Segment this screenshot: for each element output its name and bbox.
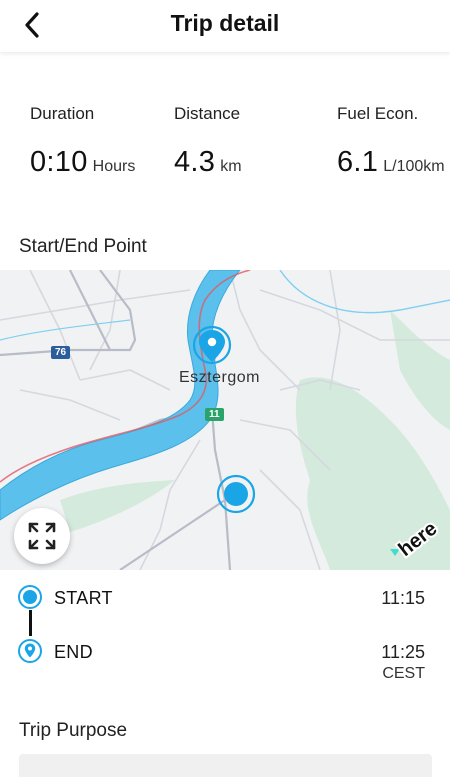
page-title: Trip detail — [170, 10, 280, 36]
fuel-economy-stat: Fuel Econ. 6.1 L/100km — [337, 104, 445, 179]
expand-map-button[interactable] — [14, 508, 70, 564]
distance-label: Distance — [174, 104, 241, 123]
end-label: END — [54, 642, 93, 662]
map-city-label: Esztergom — [179, 369, 260, 386]
distance-stat: Distance 4.3 km — [174, 104, 242, 179]
distance-unit: km — [220, 158, 242, 175]
duration-value: 0:10 — [30, 146, 88, 178]
here-logo: here here — [388, 513, 443, 563]
end-pin-icon — [18, 639, 42, 663]
svg-text:here: here — [395, 518, 440, 559]
fuel-economy-label: Fuel Econ. — [337, 104, 419, 123]
trip-purpose-selector[interactable] — [19, 754, 432, 777]
duration-unit: Hours — [92, 158, 136, 175]
fuel-economy-value: 6.1 — [337, 146, 379, 178]
timeline-connector — [29, 610, 32, 636]
trip-purpose-section-title: Trip Purpose — [19, 720, 128, 741]
duration-stat: Duration 0:10 Hours — [30, 104, 135, 179]
duration-label: Duration — [30, 104, 95, 123]
start-time: 11:15 — [381, 588, 425, 608]
fuel-economy-unit: L/100km — [383, 158, 445, 175]
start-end-section-title: Start/End Point — [19, 236, 147, 257]
expand-icon — [28, 522, 56, 550]
end-timezone: CEST — [382, 665, 425, 682]
start-dot-icon — [18, 585, 42, 609]
trip-timeline: START 11:15 END 11:25 CEST — [0, 580, 450, 690]
road-badge-76: 76 — [51, 346, 71, 359]
trip-stats: Duration 0:10 Hours Distance 4.3 km Fuel E… — [0, 104, 450, 194]
road-badge-11: 11 — [205, 408, 224, 421]
end-time: 11:25 — [381, 642, 425, 662]
app-header: Trip detail — [0, 0, 450, 52]
start-label: START — [54, 588, 113, 608]
distance-value: 4.3 — [174, 146, 216, 178]
